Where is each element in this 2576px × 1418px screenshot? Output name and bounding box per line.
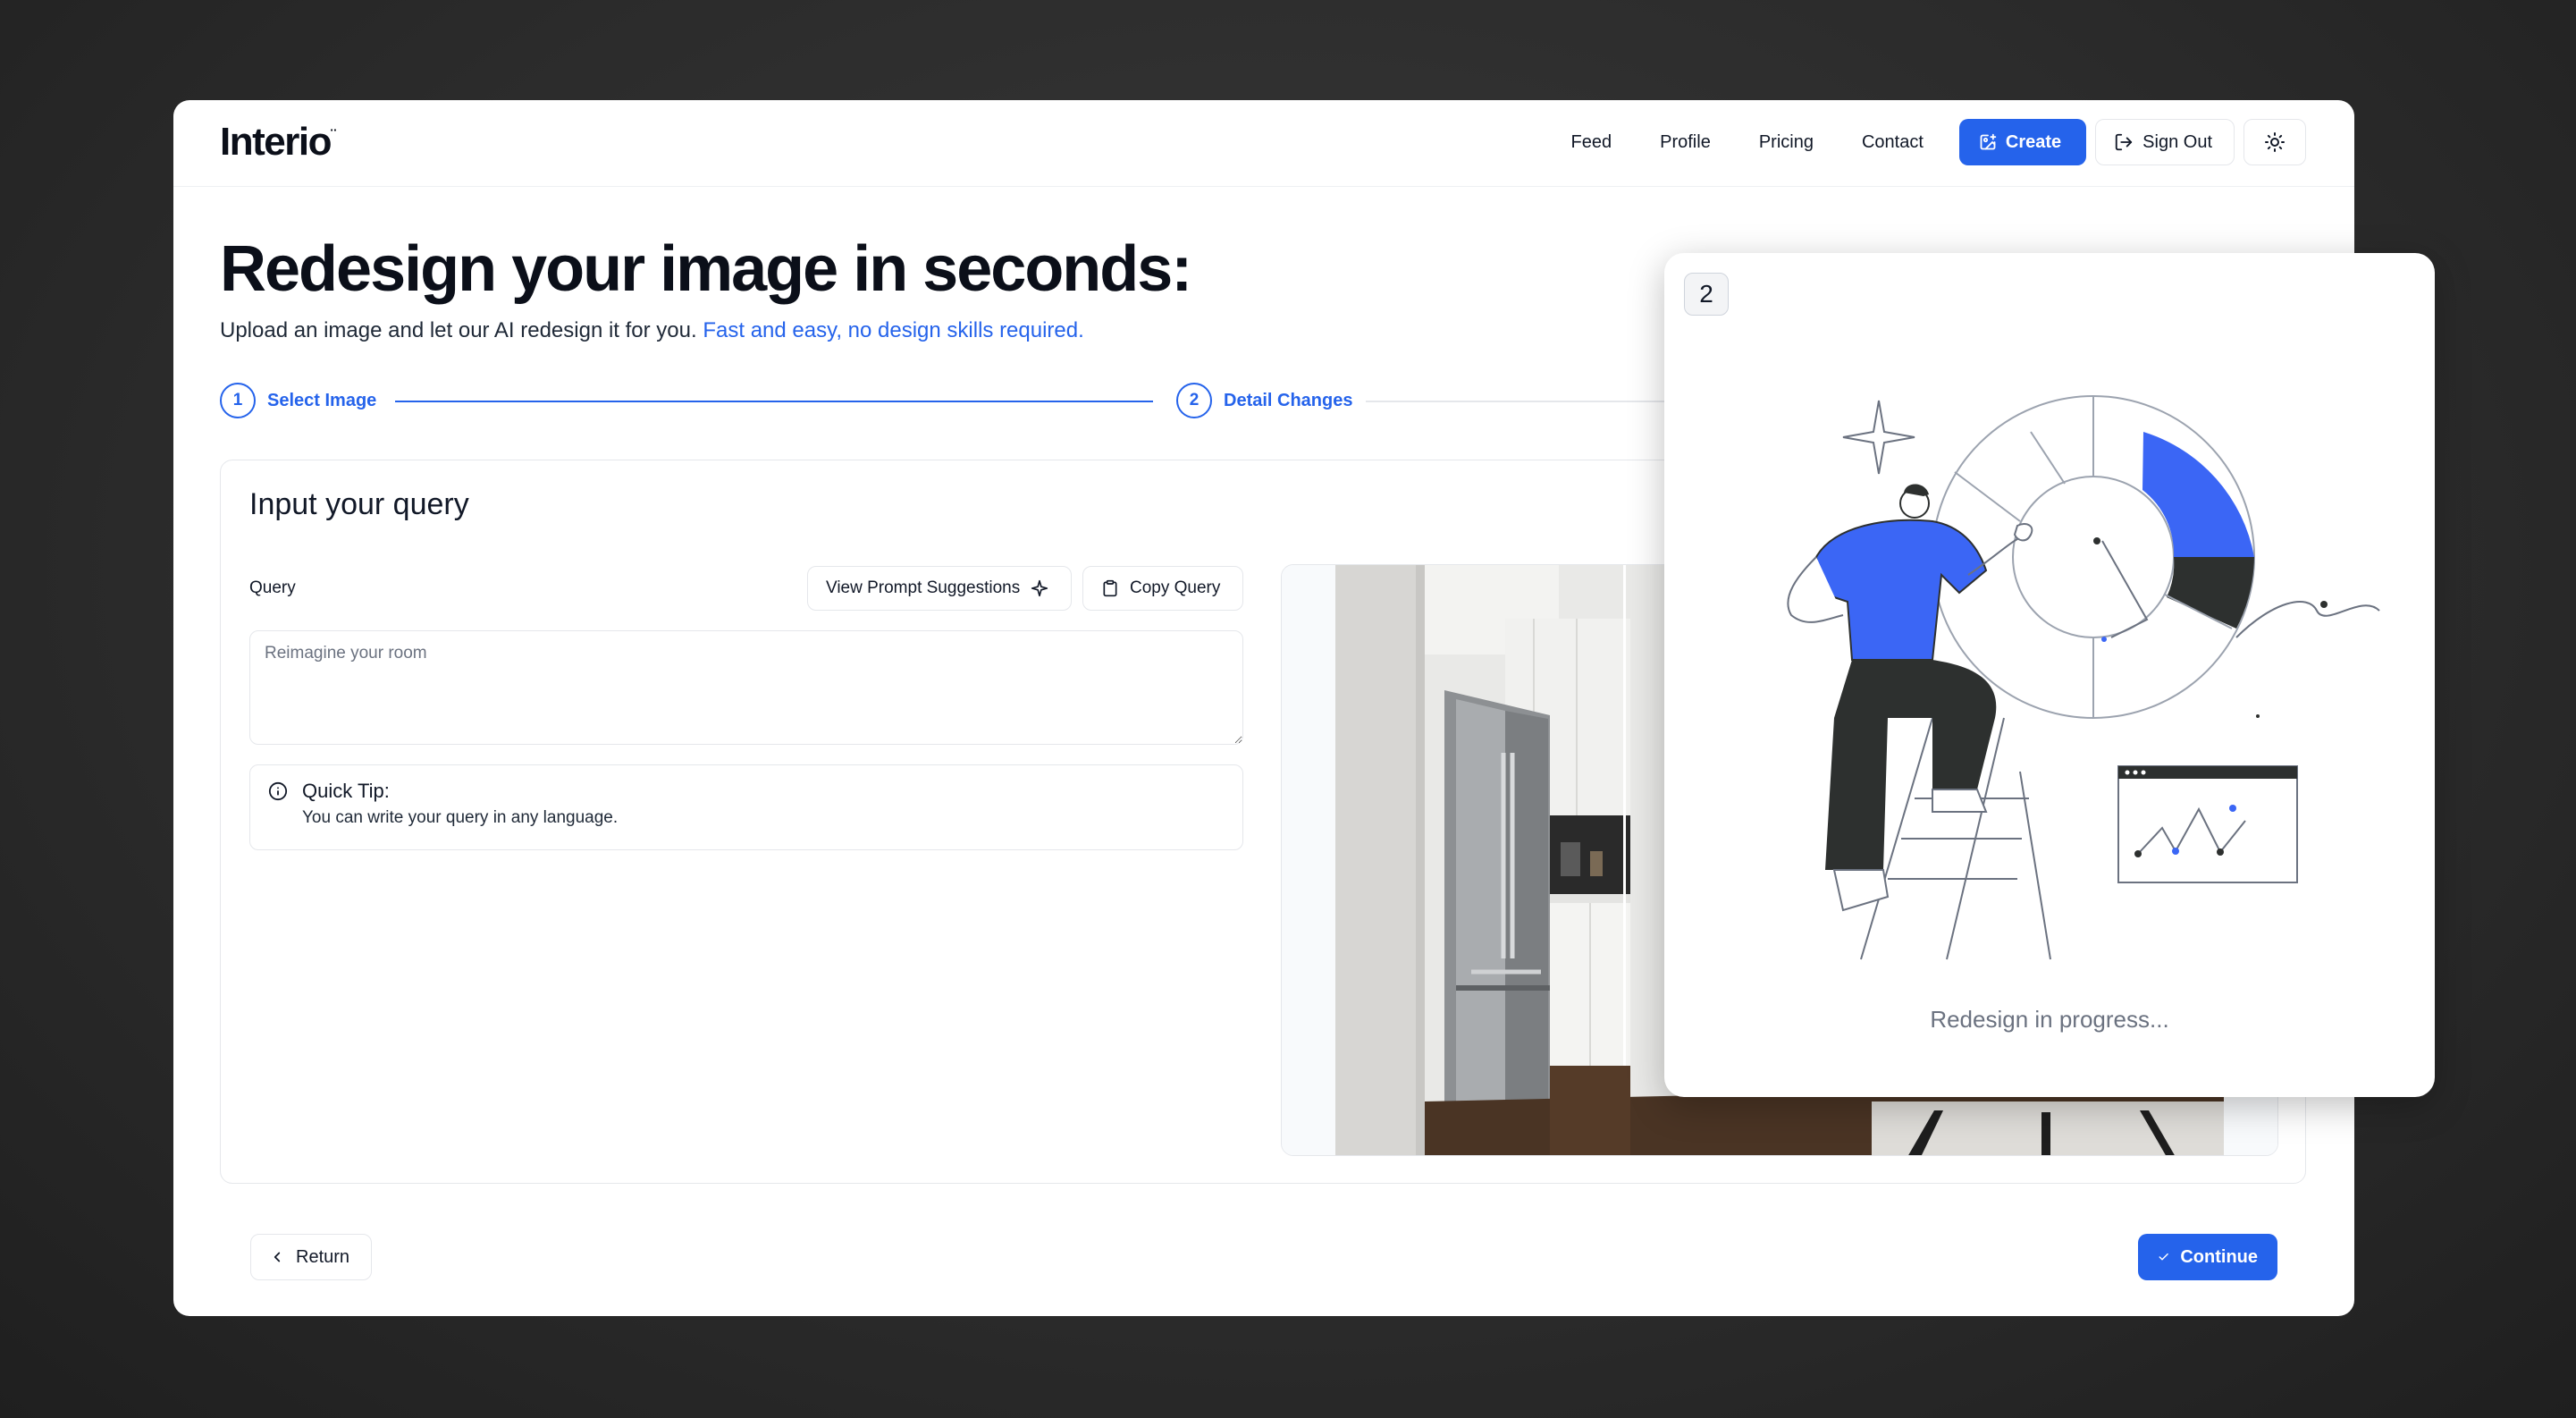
subtitle-highlight: Fast and easy, no design skills required… xyxy=(703,318,1084,342)
quick-tip-text: You can write your query in any language… xyxy=(302,808,619,827)
info-icon xyxy=(268,781,288,801)
copy-query-button[interactable]: Copy Query xyxy=(1082,566,1243,611)
step-1-label: Select Image xyxy=(267,391,377,410)
check-icon xyxy=(2159,1253,2168,1261)
nav-link-pricing[interactable]: Pricing xyxy=(1739,118,1833,166)
wheel-blue-segment xyxy=(2142,432,2254,557)
subtitle-text: Upload an image and let our AI redesign … xyxy=(220,318,697,342)
view-prompt-suggestions-label: View Prompt Suggestions xyxy=(826,578,1021,597)
logo[interactable]: Interio¨ xyxy=(220,120,336,165)
redesign-progress-modal: 2 Redesign in progress... xyxy=(1664,253,2435,1097)
sign-out-label: Sign Out xyxy=(2142,131,2212,152)
continue-label: Continue xyxy=(2180,1246,2258,1267)
step-2-number: 2 xyxy=(1176,383,1212,418)
clipboard-icon xyxy=(1103,579,1117,597)
query-label: Query xyxy=(249,578,296,597)
create-button-label: Create xyxy=(2005,131,2062,152)
page-subtitle: Upload an image and let our AI redesign … xyxy=(220,318,1084,343)
quick-tip-box: Quick Tip: You can write your query in a… xyxy=(249,764,1243,850)
continue-button[interactable]: Continue xyxy=(2138,1234,2277,1280)
person-shirt xyxy=(1814,519,1988,661)
sign-out-button[interactable]: Sign Out xyxy=(2095,119,2235,165)
image-plus-icon xyxy=(1980,133,1997,150)
page-title: Redesign your image in seconds: xyxy=(220,233,1192,305)
sparkle-icon xyxy=(1031,579,1048,597)
step-connector-active xyxy=(395,401,1153,402)
redesign-illustration xyxy=(1787,395,2380,960)
step-1-number: 1 xyxy=(220,383,256,418)
logo-mark: ¨ xyxy=(330,126,336,145)
theme-toggle-button[interactable] xyxy=(2243,119,2306,165)
copy-query-label: Copy Query xyxy=(1130,578,1221,597)
create-button[interactable]: Create xyxy=(1958,119,2087,165)
nav-link-feed[interactable]: Feed xyxy=(1552,118,1632,166)
nav-menu: Feed Profile Pricing Contact Create Sign… xyxy=(1552,118,2306,166)
stepper: 1 Select Image 2 Detail Changes xyxy=(220,383,1918,424)
view-prompt-suggestions-button[interactable]: View Prompt Suggestions xyxy=(807,566,1072,611)
chart-window-illustration xyxy=(2117,765,2298,883)
sun-icon xyxy=(2265,132,2285,152)
progress-status-text: Redesign in progress... xyxy=(1930,1006,2169,1033)
nav-link-profile[interactable]: Profile xyxy=(1640,118,1730,166)
query-input[interactable] xyxy=(249,630,1243,745)
return-button[interactable]: Return xyxy=(250,1234,372,1280)
top-navbar: Interio¨ Feed Profile Pricing Contact Cr… xyxy=(173,100,2354,187)
card-title: Input your query xyxy=(249,487,469,521)
return-label: Return xyxy=(296,1246,350,1267)
quick-tip-title: Quick Tip: xyxy=(302,780,390,802)
log-out-icon xyxy=(2116,133,2133,151)
nav-link-contact[interactable]: Contact xyxy=(1842,118,1943,166)
chevron-left-icon xyxy=(274,1252,281,1262)
sparkle-shape xyxy=(1842,400,1915,475)
step-2-label: Detail Changes xyxy=(1224,391,1353,410)
